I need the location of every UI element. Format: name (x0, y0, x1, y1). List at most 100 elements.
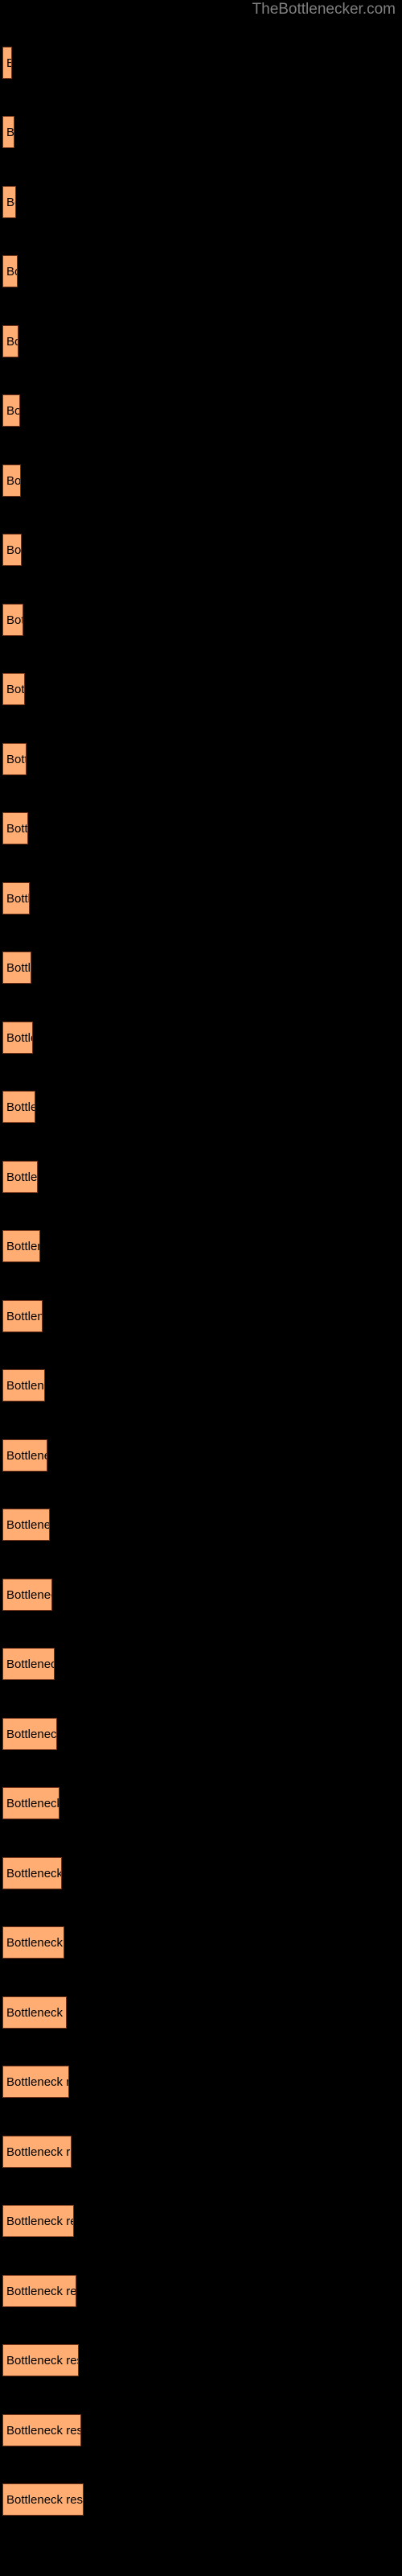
bar[interactable]: Bottleneck result (2, 2275, 76, 2307)
bar-row: Bottleneck result (0, 186, 402, 218)
bar-label: Bottleneck result (6, 1240, 39, 1253)
bar-label: Bottleneck result (6, 683, 25, 696)
bar-label: Bottleneck result (6, 1100, 35, 1114)
bar-label: Bottleneck result (6, 2285, 76, 2298)
bar-label: Bottleneck result (6, 1449, 47, 1463)
bar-row: Bottleneck result (0, 952, 402, 984)
bar[interactable]: Bottleneck result (2, 1787, 59, 1819)
bar-row: Bottleneck result (0, 1926, 402, 1959)
bar-row: Bottleneck result (0, 1509, 402, 1541)
bar[interactable]: Bottleneck result (2, 1091, 35, 1123)
bar-row: Bottleneck result (0, 2483, 402, 2516)
bar[interactable]: Bottleneck result (2, 1648, 55, 1680)
bar[interactable]: Bottleneck result (2, 1439, 47, 1472)
bar-row: Bottleneck result (0, 464, 402, 497)
bar[interactable]: Bottleneck result (2, 47, 12, 79)
bar-label: Bottleneck result (6, 822, 28, 836)
bar-row: Bottleneck result (0, 116, 402, 148)
bar-label: Bottleneck result (6, 1797, 59, 1810)
bar-row: Bottleneck result (0, 673, 402, 705)
bar-row: Bottleneck result (0, 1439, 402, 1472)
bottleneck-bar-chart: TheBottlenecker.com Bottleneck resultBot… (0, 0, 402, 2576)
bar-label: Bottleneck result (6, 2006, 66, 2020)
bar-label: Bottleneck result (6, 1728, 57, 1741)
bar-label: Bottleneck result (6, 1936, 64, 1950)
bar[interactable]: Bottleneck result (2, 1926, 64, 1959)
bar-label: Bottleneck result (6, 613, 23, 627)
bar[interactable]: Bottleneck result (2, 882, 30, 914)
bar-label: Bottleneck result (6, 892, 30, 906)
bar-label: Bottleneck result (6, 1657, 54, 1671)
bar-label: Bottleneck result (6, 1379, 44, 1393)
bar-label: Bottleneck result (6, 474, 21, 488)
bar-row: Bottleneck result (0, 1091, 402, 1123)
bar-row: Bottleneck result (0, 1369, 402, 1402)
bar-row: Bottleneck result (0, 1230, 402, 1262)
bar[interactable]: Bottleneck result (2, 1369, 45, 1402)
bar-label: Bottleneck result (6, 335, 18, 349)
bar[interactable]: Bottleneck result (2, 1579, 52, 1611)
bar-row: Bottleneck result (0, 1857, 402, 1889)
bar[interactable]: Bottleneck result (2, 1161, 38, 1193)
bar-label: Bottleneck result (6, 1588, 51, 1602)
bar-label: Bottleneck result (6, 2493, 84, 2507)
bar-row: Bottleneck result (0, 1300, 402, 1332)
bar-row: Bottleneck result (0, 1579, 402, 1611)
bar-label: Bottleneck result (6, 2424, 81, 2438)
bar[interactable]: Bottleneck result (2, 394, 20, 427)
bar-label: Bottleneck result (6, 196, 15, 209)
bar-label: Bottleneck result (6, 2215, 73, 2228)
bar-label: Bottleneck result (6, 2354, 78, 2368)
bar[interactable]: Bottleneck result (2, 1300, 43, 1332)
bar[interactable]: Bottleneck result (2, 2205, 74, 2237)
bar[interactable]: Bottleneck result (2, 2136, 72, 2168)
bar[interactable]: Bottleneck result (2, 116, 14, 148)
bar-row: Bottleneck result (0, 1022, 402, 1054)
bar-row: Bottleneck result (0, 604, 402, 636)
bar-label: Bottleneck result (6, 1310, 42, 1323)
bar-label: Bottleneck result (6, 47, 11, 78)
bar[interactable]: Bottleneck result (2, 2483, 84, 2516)
bar-row: Bottleneck result (0, 2136, 402, 2168)
bar[interactable]: Bottleneck result (2, 2414, 81, 2446)
bar[interactable]: Bottleneck result (2, 534, 22, 566)
bar-row: Bottleneck result (0, 47, 402, 79)
bar-label: Bottleneck result (6, 2145, 71, 2159)
bar-label: Bottleneck result (6, 961, 31, 975)
bar[interactable]: Bottleneck result (2, 325, 18, 357)
bar-row: Bottleneck result (0, 325, 402, 357)
bar-row: Bottleneck result (0, 1648, 402, 1680)
bar-row: Bottleneck result (0, 2275, 402, 2307)
bar-row: Bottleneck result (0, 743, 402, 775)
bar[interactable]: Bottleneck result (2, 604, 23, 636)
bar-row: Bottleneck result (0, 812, 402, 844)
bar-label: Bottleneck result (6, 753, 26, 766)
bar[interactable]: Bottleneck result (2, 1718, 57, 1750)
bar[interactable]: Bottleneck result (2, 186, 16, 218)
bar-row: Bottleneck result (0, 2344, 402, 2376)
bar[interactable]: Bottleneck result (2, 2344, 79, 2376)
bar-label: Bottleneck result (6, 404, 20, 418)
bar[interactable]: Bottleneck result (2, 1022, 33, 1054)
bar-row: Bottleneck result (0, 2205, 402, 2237)
bar[interactable]: Bottleneck result (2, 255, 18, 287)
bar[interactable]: Bottleneck result (2, 812, 28, 844)
bar[interactable]: Bottleneck result (2, 1509, 50, 1541)
bar-row: Bottleneck result (0, 2414, 402, 2446)
bar[interactable]: Bottleneck result (2, 952, 31, 984)
bar-row: Bottleneck result (0, 1718, 402, 1750)
bar-label: Bottleneck result (6, 265, 17, 279)
bar-label: Bottleneck result (6, 1031, 32, 1045)
bar[interactable]: Bottleneck result (2, 673, 25, 705)
bar-row: Bottleneck result (0, 1787, 402, 1819)
bar-row: Bottleneck result (0, 394, 402, 427)
bar-label: Bottleneck result (6, 1170, 38, 1184)
bar-row: Bottleneck result (0, 2066, 402, 2098)
bar-row: Bottleneck result (0, 1161, 402, 1193)
bar[interactable]: Bottleneck result (2, 743, 27, 775)
bar[interactable]: Bottleneck result (2, 1857, 62, 1889)
bar[interactable]: Bottleneck result (2, 1230, 40, 1262)
bar[interactable]: Bottleneck result (2, 1996, 67, 2029)
bar[interactable]: Bottleneck result (2, 464, 21, 497)
bar[interactable]: Bottleneck result (2, 2066, 69, 2098)
